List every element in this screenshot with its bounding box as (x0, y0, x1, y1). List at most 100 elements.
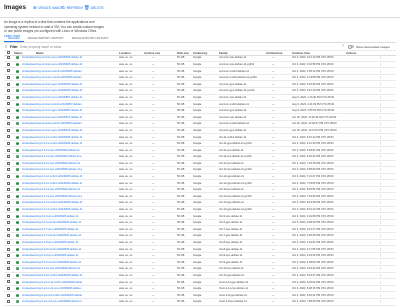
more-actions-icon[interactable]: ⋮ (379, 63, 382, 66)
image-name-link[interactable]: c0-deeplearning-common-cu113-v20230615-d… (22, 122, 82, 125)
image-name-link[interactable]: c0-deeplearning-tf-2-12-cu113-v20230925-… (22, 175, 82, 178)
table-row[interactable]: c0-deeplearning-tf-2-7-cpu-v20230925-deb… (4, 226, 396, 234)
table-row[interactable]: c0-deeplearning-tf-ent-2-11-cpu-v2023092… (4, 286, 396, 293)
row-checkbox[interactable] (7, 62, 10, 66)
row-checkbox[interactable] (7, 95, 10, 99)
image-name-link[interactable]: c0-deeplearning-common-cu113-v20230807-d… (22, 103, 82, 106)
row-checkbox[interactable] (7, 227, 10, 231)
image-name-link[interactable]: c0-deeplearning-tf-ent-2-8-cu113-v202309… (22, 294, 82, 297)
table-row[interactable]: c0-deeplearning-tf-2-9-cu113-v20230925-d… (4, 259, 396, 266)
image-name-link[interactable]: c0-deeplearning-tf-2-8-cpu-v20230925-deb… (22, 241, 82, 244)
table-row[interactable]: c0-deeplearning-tf-2-6-cpu-v20230925-deb… (4, 213, 396, 220)
delete-button[interactable]: 🗑 DELETE (84, 5, 104, 11)
row-checkbox[interactable] (7, 287, 10, 291)
refresh-button[interactable]: ↻ REFRESH (62, 5, 83, 11)
more-actions-icon[interactable]: ⋮ (379, 254, 382, 257)
image-name-link[interactable]: c0-deeplearning-tf-2-10-cpu-v20230925-de… (22, 267, 82, 270)
image-name-link[interactable]: c0-deeplearning-tf-2-9-cu113-v20230925-d… (22, 261, 82, 264)
image-name-link[interactable]: c0-deeplearning-tf-ent-2-11-cpu-v2023092… (22, 287, 82, 290)
more-actions-icon[interactable]: ⋮ (379, 228, 382, 231)
image-name-link[interactable]: c0-deeplearning-tf-2-11-cu113-v20230925-… (22, 142, 82, 145)
table-row[interactable]: c0-deeplearning-tf-2-8-cu113-v20230925-d… (4, 246, 396, 253)
table-row[interactable]: c0-deeplearning-common-cpu-v20230615-deb… (4, 114, 396, 121)
image-name-link[interactable]: c0-deeplearning-common-cpu-v20230615-deb… (22, 116, 82, 119)
more-actions-icon[interactable]: ⋮ (379, 136, 382, 139)
table-row[interactable]: c0-deeplearning-common-cu113-v20230925-d… (4, 68, 396, 75)
more-actions-icon[interactable]: ⋮ (379, 76, 382, 79)
row-checkbox[interactable] (7, 188, 10, 192)
more-actions-icon[interactable]: ⋮ (379, 281, 382, 284)
table-row[interactable]: c0-deeplearning-tf-2-8-cpu-v20230925-deb… (4, 240, 396, 247)
more-actions-icon[interactable]: ⋮ (379, 208, 382, 211)
row-checkbox[interactable] (7, 214, 10, 218)
more-actions-icon[interactable]: ⋮ (379, 195, 382, 198)
table-row[interactable]: c0-deeplearning-tf-2-13-cpu-v20230925-de… (4, 187, 396, 194)
image-name-link[interactable]: c0-deeplearning-common-gpu-v20230807-deb… (22, 109, 82, 112)
row-checkbox[interactable] (7, 69, 10, 73)
table-row[interactable]: c0-deeplearning-common-gpu-v20230615-deb… (4, 128, 396, 135)
table-row[interactable]: c0-deeplearning-tf-2-13-cpu-v20230925-de… (4, 193, 396, 201)
row-checkbox[interactable] (7, 207, 10, 211)
more-actions-icon[interactable]: ⋮ (379, 109, 382, 112)
row-checkbox[interactable] (7, 240, 10, 244)
row-checkbox[interactable] (7, 168, 10, 172)
table-row[interactable]: c0-deeplearning-tf-2-12-cpu-v20230925-de… (4, 161, 396, 168)
more-actions-icon[interactable]: ⋮ (379, 300, 382, 303)
more-actions-icon[interactable]: ⋮ (379, 162, 382, 165)
more-actions-icon[interactable]: ⋮ (379, 116, 382, 119)
table-row[interactable]: c0-deeplearning-common-cu113-v20230925-d… (4, 75, 396, 82)
more-actions-icon[interactable]: ⋮ (379, 103, 382, 106)
image-name-link[interactable]: c0-deeplearning-tf-ent-2-8-cpu-v20230925… (22, 300, 82, 303)
image-name-link[interactable]: c0-deeplearning-tf-2-12-cpu-v20230925-de… (22, 162, 82, 165)
image-name-link[interactable]: c0-deeplearning-tf-2-8-cu113-v20230925-d… (22, 248, 82, 251)
image-name-link[interactable]: c0-deeplearning-tf-2-11-cu113-v20230925-… (22, 136, 82, 139)
table-row[interactable]: c0-deeplearning-tf-2-10-cu113-v20230925-… (4, 273, 396, 280)
table-row[interactable]: c0-deeplearning-common-cpu-v20230925-deb… (4, 62, 396, 69)
table-row[interactable]: c0-deeplearning-tf-2-13-cu113-v20230925-… (4, 200, 396, 207)
row-checkbox[interactable] (7, 300, 10, 304)
image-name-link[interactable]: c0-deeplearning-common-cpu-v20230925-deb… (22, 56, 82, 59)
table-row[interactable]: c0-deeplearning-tf-2-11-cpu-v20230925-de… (4, 154, 396, 161)
image-name-link[interactable]: c0-deeplearning-common-cpu-v20230925-deb… (22, 63, 82, 66)
image-name-link[interactable]: c0-deeplearning-tf-2-6-cu110-v20230925-d… (22, 221, 82, 224)
row-checkbox[interactable] (7, 148, 10, 152)
table-row[interactable]: c0-deeplearning-common-gpu-v20230925-deb… (4, 88, 396, 95)
table-row[interactable]: c0-deeplearning-tf-2-9-cpu-v20230925-deb… (4, 253, 396, 260)
row-checkbox[interactable] (7, 102, 10, 106)
row-checkbox[interactable] (7, 267, 10, 271)
image-name-link[interactable]: c0-deeplearning-tf-2-13-cpu-v20230925-de… (22, 188, 82, 191)
more-actions-icon[interactable]: ⋮ (379, 70, 382, 73)
table-row[interactable]: c0-deeplearning-common-cu113-v20230615-d… (4, 121, 396, 128)
row-checkbox[interactable] (7, 161, 10, 165)
image-name-link[interactable]: c0-deeplearning-common-gpu-v20230925-deb… (22, 89, 82, 92)
table-row[interactable]: c0-deeplearning-tf-2-11-cu113-v20230925-… (4, 141, 396, 148)
row-checkbox[interactable] (7, 109, 10, 113)
image-name-link[interactable]: c0-deeplearning-tf-2-7-cu113-v20230925-d… (22, 234, 82, 237)
more-actions-icon[interactable]: ⋮ (379, 149, 382, 152)
create-image-button[interactable]: ⊕ CREATE IMAGE (33, 5, 63, 11)
more-actions-icon[interactable]: ⋮ (379, 267, 382, 270)
more-actions-icon[interactable]: ⋮ (379, 96, 382, 99)
row-checkbox[interactable] (7, 82, 10, 86)
image-name-link[interactable]: c0-deeplearning-tf-2-6-cpu-v20230925-deb… (22, 215, 82, 218)
more-actions-icon[interactable]: ⋮ (379, 83, 382, 86)
row-checkbox[interactable] (7, 135, 10, 139)
image-name-link[interactable]: c0-deeplearning-tf-2-7-cpu-v20230925-deb… (22, 228, 82, 231)
tab-images[interactable]: IMAGES (4, 34, 24, 42)
more-actions-icon[interactable]: ⋮ (379, 215, 382, 218)
more-actions-icon[interactable]: ⋮ (379, 122, 382, 125)
table-row[interactable]: c0-deeplearning-tf-2-12-cu113-v20230925-… (4, 180, 396, 187)
table-row[interactable]: c0-deeplearning-tf-2-11-cpu-v20230925-de… (4, 147, 396, 154)
more-actions-icon[interactable]: ⋮ (379, 89, 382, 92)
row-checkbox[interactable] (7, 128, 10, 132)
tab-image-import-history[interactable]: IMAGE IMPORT HISTORY (24, 34, 68, 42)
more-actions-icon[interactable]: ⋮ (379, 188, 382, 191)
image-name-link[interactable]: c0-deeplearning-tf-2-11-cpu-v20230925-de… (22, 155, 82, 158)
row-checkbox[interactable] (7, 56, 10, 60)
row-checkbox[interactable] (7, 201, 10, 205)
row-checkbox[interactable] (7, 280, 10, 284)
table-row[interactable]: c0-deeplearning-tf-2-13-cu113-v20230925-… (4, 207, 396, 214)
table-row[interactable]: c0-deeplearning-tf-2-11-cu113-v20230925-… (4, 134, 396, 141)
filter-input[interactable]: Enter property name or value (20, 45, 61, 49)
image-name-link[interactable]: c0-deeplearning-tf-2-12-cu113-v20230925-… (22, 182, 82, 185)
